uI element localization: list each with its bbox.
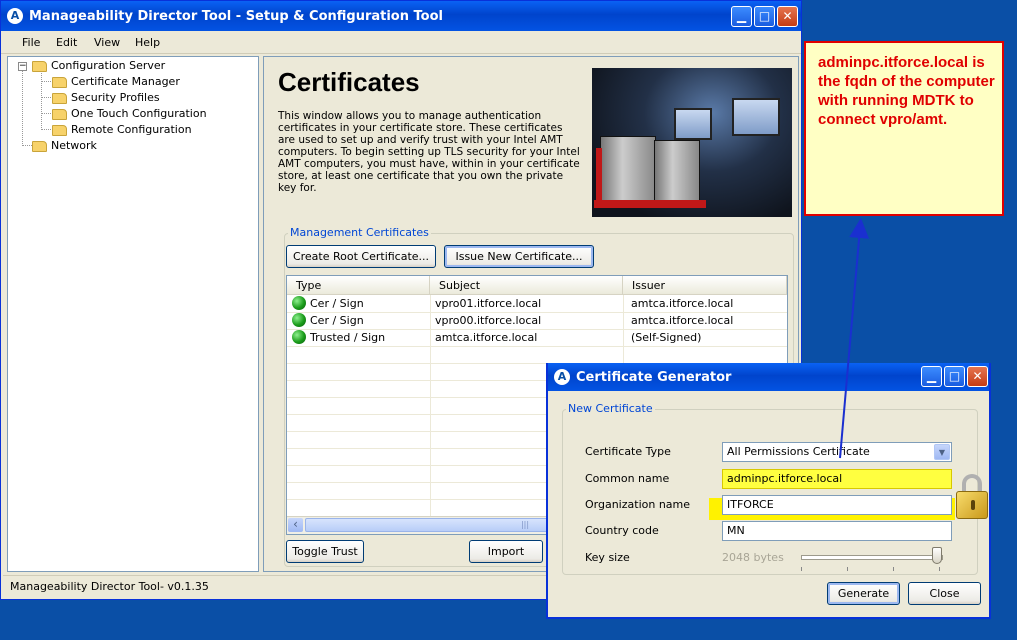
page-title: Certificates <box>278 67 420 97</box>
common-name-field[interactable]: adminpc.itforce.local <box>722 469 952 489</box>
status-text: Manageability Director Tool- v0.1.35 <box>10 580 209 593</box>
tree-item-configuration-server[interactable]: Configuration Server <box>32 59 165 75</box>
dialog-close-x-button[interactable]: ✕ <box>967 366 988 387</box>
key-size-label: Key size <box>585 551 630 564</box>
intro-text: This window allows you to manage authent… <box>278 110 580 194</box>
generate-button[interactable]: Generate <box>827 582 900 605</box>
tree-item-security-profiles[interactable]: Security Profiles <box>52 91 160 107</box>
key-size-value: 2048 bytes <box>722 551 784 564</box>
certificate-generator-dialog: A Certificate Generator ▁ □ ✕ Certificat… <box>546 363 991 619</box>
certificate-type-value: All Permissions Certificate <box>727 445 870 458</box>
tree-item-certificate-manager[interactable]: Certificate Manager <box>52 75 180 91</box>
column-header-type[interactable]: Type <box>287 276 430 295</box>
navigation-tree: − Configuration Server Certificate Manag… <box>7 56 259 572</box>
tree-item-label: Certificate Manager <box>71 75 180 88</box>
menu-bar: File Edit View Help <box>1 31 801 54</box>
cell-issuer: (Self-Signed) <box>631 331 702 344</box>
menu-help[interactable]: Help <box>135 36 160 49</box>
tree-item-label: One Touch Configuration <box>71 107 207 120</box>
cell-subject: vpro00.itforce.local <box>435 314 542 327</box>
folder-icon <box>52 108 67 120</box>
scroll-left-button[interactable]: ‹ <box>288 518 303 532</box>
folder-icon <box>52 92 67 104</box>
folder-icon <box>32 60 47 72</box>
window-title: Manageability Director Tool - Setup & Co… <box>29 9 443 24</box>
key-size-slider-thumb[interactable] <box>932 547 942 564</box>
group-label: Management Certificates <box>288 226 431 239</box>
menu-view[interactable]: View <box>94 36 120 49</box>
folder-open-icon <box>52 76 67 88</box>
cell-subject: amtca.itforce.local <box>435 331 538 344</box>
column-header-subject[interactable]: Subject <box>430 276 623 295</box>
cell-type: Cer / Sign <box>310 297 364 310</box>
dialog-title-bar[interactable]: A Certificate Generator ▁ □ ✕ <box>548 363 989 391</box>
tree-item-one-touch-configuration[interactable]: One Touch Configuration <box>52 107 207 123</box>
organization-name-field[interactable]: ITFORCE <box>722 495 952 515</box>
table-row[interactable]: Trusted / Sign amtca.itforce.local (Self… <box>287 329 787 347</box>
certificate-type-label: Certificate Type <box>585 445 671 458</box>
maximize-button[interactable]: □ <box>754 6 775 27</box>
lock-icon <box>956 474 990 520</box>
new-certificate-group: Certificate Type All Permissions Certifi… <box>562 409 988 575</box>
common-name-label: Common name <box>585 472 670 485</box>
tree-item-label: Security Profiles <box>71 91 160 104</box>
collapse-toggle[interactable]: − <box>18 62 27 71</box>
column-header-issuer[interactable]: Issuer <box>623 276 787 295</box>
main-title-bar[interactable]: A Manageability Director Tool - Setup & … <box>1 1 801 31</box>
cell-issuer: amtca.itforce.local <box>631 297 734 310</box>
tree-item-label: Configuration Server <box>51 59 166 72</box>
table-row[interactable]: Cer / Sign vpro01.itforce.local amtca.it… <box>287 295 787 313</box>
dialog-minimize-button[interactable]: ▁ <box>921 366 942 387</box>
minimize-button[interactable]: ▁ <box>731 6 752 27</box>
key-size-slider-track[interactable] <box>801 555 943 560</box>
folder-icon <box>52 124 67 136</box>
header-photo <box>592 68 792 217</box>
organization-name-label: Organization name <box>585 498 691 511</box>
tree-item-network[interactable]: Network <box>32 139 97 155</box>
folder-icon <box>32 140 47 152</box>
table-row[interactable]: Cer / Sign vpro00.itforce.local amtca.it… <box>287 312 787 330</box>
import-button[interactable]: Import <box>469 540 543 563</box>
tree-item-remote-configuration[interactable]: Remote Configuration <box>52 123 192 139</box>
status-ok-icon <box>292 330 306 344</box>
tree-item-label: Network <box>51 139 97 152</box>
status-ok-icon <box>292 296 306 310</box>
annotation-text: adminpc.itforce.local is the fqdn of the… <box>818 54 995 128</box>
app-icon: A <box>7 8 23 24</box>
chevron-down-icon[interactable]: ▼ <box>934 444 950 460</box>
dialog-maximize-button[interactable]: □ <box>944 366 965 387</box>
app-icon: A <box>554 369 570 385</box>
toggle-trust-button[interactable]: Toggle Trust <box>286 540 364 563</box>
country-code-label: Country code <box>585 524 659 537</box>
certificate-type-select[interactable]: All Permissions Certificate ▼ <box>722 442 952 462</box>
cell-issuer: amtca.itforce.local <box>631 314 734 327</box>
cell-subject: vpro01.itforce.local <box>435 297 542 310</box>
cell-type: Cer / Sign <box>310 314 364 327</box>
menu-edit[interactable]: Edit <box>56 36 77 49</box>
create-root-certificate-button[interactable]: Create Root Certificate... <box>286 245 436 268</box>
dialog-close-button[interactable]: Close <box>908 582 981 605</box>
cell-type: Trusted / Sign <box>310 331 386 344</box>
issue-new-certificate-button[interactable]: Issue New Certificate... <box>444 245 594 268</box>
tree-item-label: Remote Configuration <box>71 123 192 136</box>
dialog-group-label: New Certificate <box>566 402 655 415</box>
annotation-callout: adminpc.itforce.local is the fqdn of the… <box>804 41 1004 216</box>
country-code-field[interactable]: MN <box>722 521 952 541</box>
close-button[interactable]: ✕ <box>777 6 798 27</box>
dialog-title: Certificate Generator <box>576 370 732 385</box>
status-ok-icon <box>292 313 306 327</box>
menu-file[interactable]: File <box>22 36 40 49</box>
